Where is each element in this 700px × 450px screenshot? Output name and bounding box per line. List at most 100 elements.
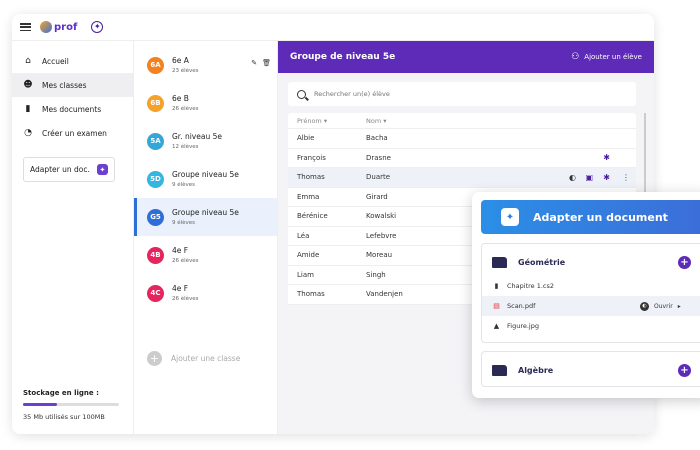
class-count: 23 élèves [172,68,199,74]
class-info: 6e B 26 élèves [172,94,199,112]
file-item[interactable]: ▤ Scan.pdf ◐ Ouvrir ▸ [482,296,700,316]
folder-icon [492,256,507,268]
logo-text: prof [54,21,78,33]
storage-text: 35 Mb utilisés sur 100MB [23,413,105,421]
class-name: 4e F [172,246,189,255]
firstname-cell: François [297,153,326,162]
edit-icon[interactable]: ✎ [251,59,257,67]
table-row[interactable]: Albie Bacha [288,129,636,149]
sidebar: ⌂ Accueil ☻ Mes classes ▮ Mes documents ◔ Cr… [12,41,134,434]
add-student-label: Ajouter un élève [584,53,642,61]
timer-icon: ◔ [24,128,32,138]
people-icon: ☻ [23,80,33,90]
class-badge: G5 [147,208,164,226]
class-badge: 5A [147,132,164,150]
open-file-button[interactable]: ◐ Ouvrir ▸ [640,301,681,311]
search-input[interactable] [314,90,614,98]
firstname-cell: Thomas [297,173,325,182]
search-icon [297,89,306,99]
magic-doc-icon: ✦ [501,208,519,226]
folder-row[interactable]: Algèbre + ▼ [482,352,700,388]
adapt-document-header[interactable]: ✦ Adapter un document ▶ [481,200,700,234]
class-item[interactable]: 5A Gr. niveau 5e 12 élèves [134,122,277,160]
class-name: 6e A [172,56,189,65]
sidebar-item-label: Accueil [42,56,69,66]
add-class-label: Ajouter une classe [171,354,241,363]
add-user-icon: ⚇ [571,52,580,62]
adapt-doc-button[interactable]: Adapter un doc. ✦ [23,157,115,182]
sidebar-item-mes-documents[interactable]: ▮ Mes documents [12,97,133,121]
storage-bar-fill [23,403,57,406]
class-info: Groupe niveau 5e 9 élèves [172,208,239,226]
class-name: 6e B [172,94,189,103]
magic-doc-icon: ✦ [96,164,108,175]
folder-algebre: Algèbre + ▼ [481,351,700,387]
class-info: 6e A 23 élèves [172,56,199,74]
table-row[interactable]: Thomas Duarte ◐ ▣ ✱ ⋮ [288,168,636,188]
class-count: 26 élèves [172,258,199,264]
menu-icon[interactable] [20,23,31,31]
folder-row[interactable]: Géométrie + ▲ [482,244,700,280]
file-name: Figure.jpg [507,322,539,330]
class-item[interactable]: 6A 6e A 23 élèves ✎ 🗑 [134,46,277,84]
image-icon: ▲ [493,322,500,330]
adapt-document-title: Adapter un document [533,210,668,224]
sidebar-item-accueil[interactable]: ⌂ Accueil [12,49,133,73]
search-box [288,82,636,106]
file-icon: ▮ [494,282,499,290]
col-lastname[interactable]: Nom ▾ [366,117,516,125]
class-item[interactable]: 5D Groupe niveau 5e 9 élèves [134,160,277,198]
firstname-cell: Amide [297,251,320,260]
class-count: 26 élèves [172,106,199,112]
add-file-button[interactable]: + [678,255,691,269]
chevron-right-icon: ▸ [677,302,681,310]
document-icon[interactable]: ▣ [585,173,593,182]
page-title: Groupe de niveau 5e [290,52,396,62]
class-badge: 5D [147,170,164,188]
class-count: 9 élèves [172,182,196,188]
top-bar: prof ✦ [12,14,654,41]
lastname-cell: Bacha [366,134,388,143]
accessibility-icon[interactable]: ✱ [603,153,610,162]
class-item[interactable]: 4C 4e F 26 élèves [134,274,277,312]
class-count: 12 élèves [172,144,199,150]
table-row[interactable]: François Drasne ✱ [288,149,636,168]
class-info: Groupe niveau 5e 9 élèves [172,170,239,188]
adapt-icon[interactable]: ◐ [569,173,576,182]
add-student-button[interactable]: ⚇ Ajouter un élève [571,52,642,62]
more-icon[interactable]: ⋮ [622,173,630,182]
firstname-cell: Léa [297,231,310,240]
class-badge: 4B [147,246,164,264]
class-item[interactable]: 6B 6e B 26 élèves [134,84,277,122]
sidebar-item-mes-classes[interactable]: ☻ Mes classes [12,73,133,97]
class-name: Groupe niveau 5e [172,208,239,217]
add-class-button[interactable]: + Ajouter une classe [147,351,240,366]
logo[interactable]: prof [40,21,77,33]
class-item[interactable]: 4B 4e F 26 élèves [134,236,277,274]
logo-mark [40,21,52,33]
home-icon: ⌂ [25,56,31,66]
open-icon: ◐ [640,301,649,311]
pdf-icon: ▤ [493,302,500,310]
storage-bar [23,403,119,406]
folder-name: Algèbre [518,365,554,375]
class-name: 4e F [172,284,189,293]
lastname-cell: Duarte [366,173,391,182]
folder-name: Géométrie [518,257,566,267]
class-item[interactable]: G5 Groupe niveau 5e 9 élèves [134,198,277,236]
trash-icon[interactable]: 🗑 [262,59,271,67]
accessibility-icon[interactable]: ✦ [91,21,104,33]
file-item[interactable]: ▮ Chapitre 1.cs2 [482,276,700,296]
sidebar-item-label: Créer un examen [42,128,107,138]
folder-geometrie: Géométrie + ▲ ▮ Chapitre 1.cs2 ▤ Scan.pdf … [481,243,700,343]
file-name: Chapitre 1.cs2 [507,282,555,290]
accessibility-icon[interactable]: ✱ [603,173,610,182]
sidebar-item-creer-examen[interactable]: ◔ Créer un examen [12,121,133,145]
sidebar-item-label: Mes classes [42,80,87,90]
firstname-cell: Bérénice [297,212,328,221]
class-info: 4e F 26 élèves [172,284,199,302]
open-label: Ouvrir [654,302,673,310]
col-firstname[interactable]: Prénom ▾ [288,117,366,125]
add-file-button[interactable]: + [678,363,691,377]
file-item[interactable]: ▲ Figure.jpg [482,316,700,336]
